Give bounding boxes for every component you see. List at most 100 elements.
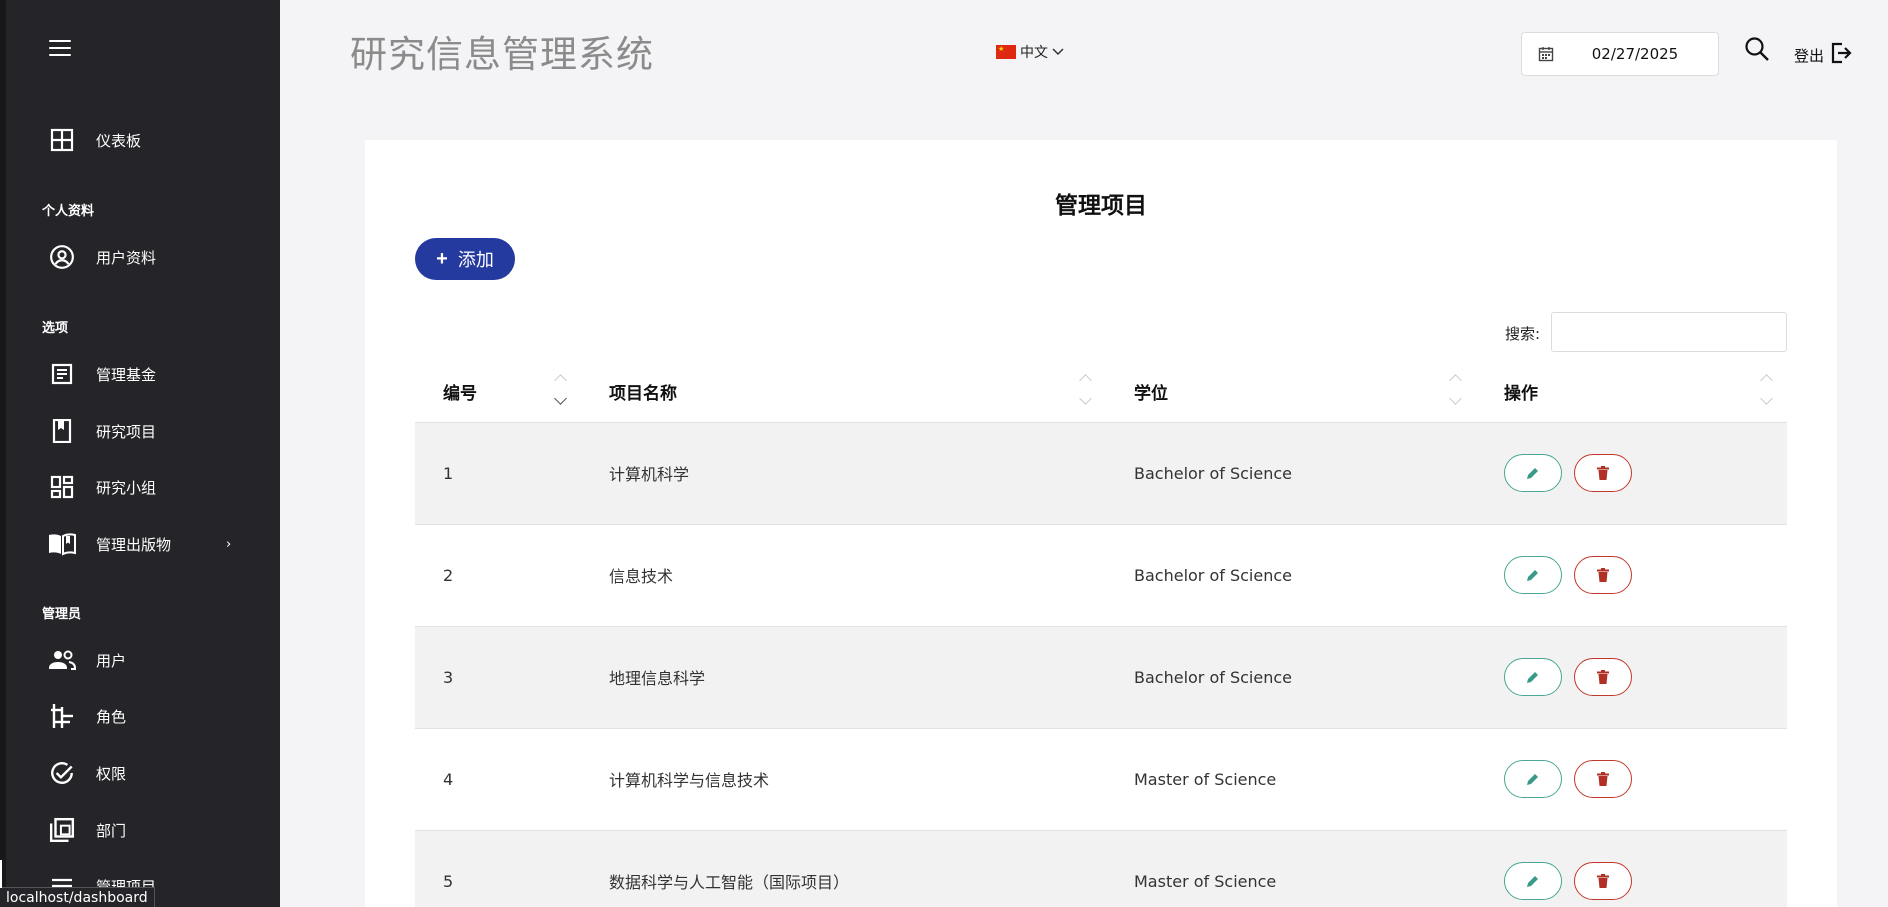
check-circle-icon	[48, 759, 76, 787]
edit-button[interactable]	[1504, 862, 1562, 901]
section-profile: 个人资料	[42, 204, 95, 219]
cell-id: 2	[415, 523, 581, 626]
sidebar-item-label: 仪表板	[96, 131, 142, 150]
sidebar: 仪表板 个人资料 用户资料 选项 管理基金 研究项目 研究小组 管理出版物 › …	[0, 0, 280, 907]
chevron-right-icon: ›	[226, 536, 232, 552]
plus-icon: +	[436, 247, 448, 270]
search-label: 搜索:	[1505, 325, 1541, 343]
status-url-tooltip: localhost/dashboard	[0, 860, 155, 907]
delete-button[interactable]	[1574, 862, 1632, 901]
sidebar-item-label: 研究项目	[96, 422, 157, 441]
sidebar-item-user-profile[interactable]: 用户资料	[6, 235, 280, 279]
sidebar-item-research-groups[interactable]: 研究小组	[6, 465, 280, 509]
sidebar-item-permissions[interactable]: 权限	[6, 751, 280, 795]
column-header-actions[interactable]: 操作	[1476, 362, 1787, 422]
logout-icon	[1830, 42, 1852, 68]
sidebar-item-label: 部门	[96, 821, 127, 840]
sidebar-item-label: 管理基金	[96, 365, 157, 384]
date-value: 02/27/2025	[1591, 45, 1679, 63]
sort-icon[interactable]	[1759, 370, 1775, 414]
cell-name: 地理信息科学	[581, 625, 1106, 728]
table-row: 4 计算机科学与信息技术 Master of Science	[415, 727, 1787, 830]
pencil-icon	[1527, 570, 1538, 581]
delete-button[interactable]	[1574, 556, 1632, 594]
sidebar-item-label: 用户	[96, 651, 127, 670]
cell-id: 5	[415, 829, 581, 907]
sidebar-item-label: 角色	[96, 707, 127, 726]
widgets-icon	[48, 473, 76, 501]
table-row: 3 地理信息科学 Bachelor of Science	[415, 625, 1787, 728]
cell-id: 4	[415, 727, 581, 830]
sidebar-item-departments[interactable]: 部门	[6, 808, 280, 852]
people-icon	[48, 646, 76, 674]
sidebar-item-label: 管理出版物	[96, 535, 172, 554]
cell-degree: Bachelor of Science	[1106, 625, 1476, 728]
cell-degree: Bachelor of Science	[1106, 523, 1476, 626]
delete-button[interactable]	[1574, 454, 1632, 492]
cell-actions	[1476, 523, 1787, 626]
table-row: 5 数据科学与人工智能（国际项目） Master of Science	[415, 829, 1787, 907]
add-button[interactable]: + 添加	[415, 238, 515, 280]
sort-icon[interactable]	[1078, 370, 1094, 414]
logout-button[interactable]: 登出	[1794, 42, 1852, 68]
table-row: 1 计算机科学 Bachelor of Science	[415, 421, 1787, 524]
content-card: 管理项目 + 添加 搜索: 编号 项目名称 学位 操作 1 计算机科学 Bach…	[365, 140, 1837, 907]
sidebar-item-dashboard[interactable]: 仪表板	[6, 118, 280, 162]
app-title: 研究信息管理系统	[350, 33, 654, 76]
table-row: 2 信息技术 Bachelor of Science	[415, 523, 1787, 626]
cell-name: 信息技术	[581, 523, 1106, 626]
trash-icon	[1597, 874, 1609, 889]
china-flag-icon	[996, 45, 1016, 59]
roles-icon	[48, 702, 76, 730]
pencil-icon	[1527, 468, 1538, 479]
sidebar-item-label: 用户资料	[96, 248, 157, 267]
pencil-icon	[1527, 774, 1538, 785]
column-header-name[interactable]: 项目名称	[581, 362, 1106, 422]
trash-icon	[1597, 568, 1609, 582]
sidebar-item-roles[interactable]: 角色	[6, 694, 280, 738]
sort-icon[interactable]	[553, 370, 569, 414]
trash-icon	[1597, 466, 1609, 480]
section-admin: 管理员	[42, 607, 82, 622]
cell-actions	[1476, 829, 1787, 907]
language-label: 中文	[1020, 45, 1048, 61]
language-selector[interactable]: 中文	[996, 42, 1064, 62]
delete-button[interactable]	[1574, 760, 1632, 798]
dashboard-grid-icon	[48, 126, 76, 154]
edit-button[interactable]	[1504, 760, 1562, 798]
search-icon[interactable]	[1744, 36, 1770, 66]
sidebar-item-manage-funds[interactable]: 管理基金	[6, 352, 280, 396]
user-circle-icon	[48, 243, 76, 271]
sidebar-item-label: 权限	[96, 764, 127, 783]
menu-toggle-icon[interactable]	[49, 40, 71, 60]
date-picker[interactable]: 02/27/2025	[1521, 32, 1719, 76]
trash-icon	[1597, 670, 1609, 684]
sort-icon[interactable]	[1448, 370, 1464, 414]
cell-degree: Master of Science	[1106, 727, 1476, 830]
cell-degree: Bachelor of Science	[1106, 421, 1476, 524]
cell-name: 计算机科学	[581, 421, 1106, 524]
column-header-id[interactable]: 编号	[415, 362, 581, 422]
pencil-icon	[1527, 876, 1538, 888]
open-book-icon	[48, 530, 76, 558]
add-button-label: 添加	[457, 250, 494, 270]
edit-button[interactable]	[1504, 556, 1562, 594]
sidebar-item-research-projects[interactable]: 研究项目	[6, 409, 280, 453]
column-header-degree[interactable]: 学位	[1106, 362, 1476, 422]
table-header-row: 编号 项目名称 学位 操作	[415, 362, 1787, 422]
cell-name: 数据科学与人工智能（国际项目）	[581, 829, 1106, 907]
cell-actions	[1476, 421, 1787, 524]
delete-button[interactable]	[1574, 658, 1632, 696]
pencil-icon	[1527, 672, 1538, 683]
edit-button[interactable]	[1504, 658, 1562, 696]
trash-icon	[1597, 772, 1609, 786]
cell-name: 计算机科学与信息技术	[581, 727, 1106, 830]
cell-id: 1	[415, 421, 581, 524]
chevron-down-icon	[1052, 44, 1064, 60]
sidebar-item-users[interactable]: 用户	[6, 638, 280, 682]
document-icon	[48, 360, 76, 388]
sidebar-item-manage-publications[interactable]: 管理出版物 ›	[6, 522, 280, 566]
edit-button[interactable]	[1504, 454, 1562, 492]
section-options: 选项	[42, 321, 69, 336]
table-search-input[interactable]	[1551, 312, 1787, 352]
